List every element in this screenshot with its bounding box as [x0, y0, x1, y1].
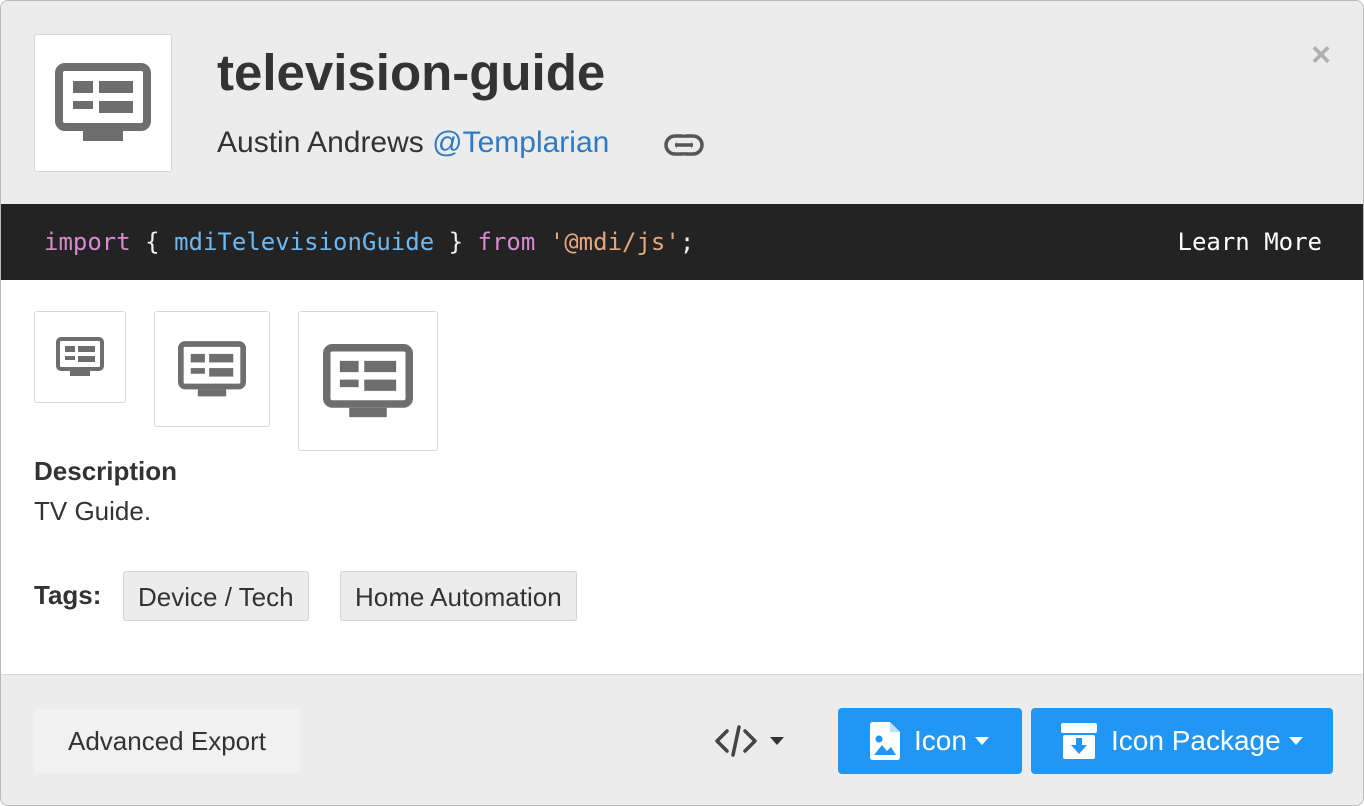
television-guide-icon	[55, 63, 151, 141]
tag-home-automation[interactable]: Home Automation	[340, 571, 577, 621]
code-icon	[715, 725, 757, 757]
code-dropdown-button[interactable]	[689, 709, 809, 773]
advanced-export-button[interactable]: Advanced Export	[34, 709, 300, 773]
caret-down-icon	[770, 737, 784, 745]
package-download-icon	[1061, 723, 1097, 759]
icon-package-button[interactable]: Icon Package	[1031, 708, 1333, 774]
icon-title: television-guide	[217, 44, 606, 101]
description-text: TV Guide.	[34, 496, 152, 526]
code-from-keyword: from	[477, 228, 536, 256]
code-brace-open: {	[145, 228, 160, 256]
caret-down-icon	[974, 737, 989, 745]
television-guide-icon	[56, 337, 104, 376]
preview-size-medium[interactable]	[154, 311, 270, 427]
code-icon-name: mdiTelevisionGuide	[174, 228, 435, 256]
television-guide-icon	[323, 343, 413, 417]
link-icon[interactable]	[663, 131, 705, 159]
code-import-keyword: import	[44, 228, 131, 256]
preview-size-small[interactable]	[34, 311, 126, 403]
learn-more-link[interactable]: Learn More	[1178, 228, 1323, 256]
tag-device-tech[interactable]: Device / Tech	[123, 571, 309, 621]
author-line: Austin Andrews @Templarian	[217, 126, 609, 160]
code-brace-close: }	[448, 228, 464, 256]
image-file-icon	[870, 722, 900, 760]
author-name: Austin Andrews	[217, 126, 424, 159]
close-icon[interactable]: ×	[1307, 38, 1335, 72]
icon-detail-modal: television-guide Austin Andrews @Templar…	[0, 0, 1364, 806]
icon-download-button[interactable]: Icon	[838, 708, 1022, 774]
author-handle-link[interactable]: @Templarian	[432, 126, 609, 159]
icon-package-button-label: Icon Package	[1111, 725, 1281, 756]
description-heading: Description	[34, 456, 178, 486]
icon-preview	[34, 34, 172, 172]
import-code-bar: import { mdiTelevisionGuide } from '@mdi…	[1, 204, 1363, 280]
modal-header: television-guide Austin Andrews @Templar…	[1, 1, 1363, 204]
caret-down-icon	[1288, 737, 1303, 745]
code-semicolon: ;	[679, 228, 695, 256]
code-module-string: '@mdi/js'	[549, 228, 680, 256]
television-guide-icon	[178, 340, 246, 396]
modal-footer: Advanced Export Icon Icon Package	[1, 674, 1363, 805]
import-statement[interactable]: import { mdiTelevisionGuide } from '@mdi…	[44, 228, 694, 256]
preview-size-large[interactable]	[298, 311, 438, 451]
icon-button-label: Icon	[914, 725, 967, 756]
tags-heading: Tags:	[34, 580, 102, 610]
